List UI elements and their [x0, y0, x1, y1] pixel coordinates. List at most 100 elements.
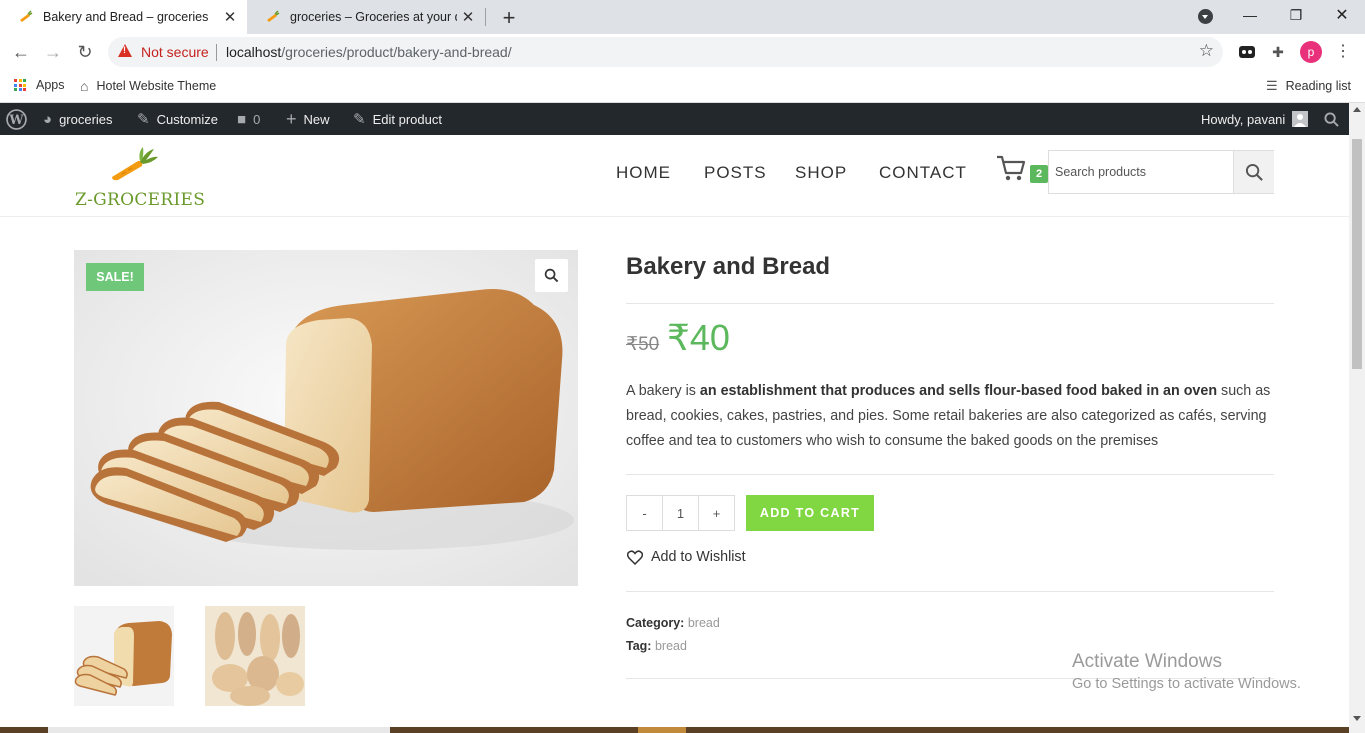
apps-grid-icon [14, 79, 26, 91]
forward-icon[interactable]: → [41, 40, 65, 64]
browser-toolbar: ← → ↻ Not secure localhost/groceries/pro… [0, 34, 1365, 70]
admin-site-link[interactable]: ◕ groceries [43, 103, 113, 135]
footer-image-strip [0, 727, 1349, 733]
admin-comments-link[interactable]: ■ 0 [237, 103, 260, 135]
back-icon[interactable]: ← [9, 40, 33, 64]
bookmark-star-icon[interactable]: ☆ [1199, 41, 1214, 61]
security-label[interactable]: Not secure [141, 44, 209, 60]
tag-link[interactable]: bread [655, 639, 687, 653]
close-window-icon[interactable]: ✕ [1319, 0, 1365, 30]
add-to-wishlist-link[interactable]: Add to Wishlist [627, 549, 746, 565]
tab-bakery-and-bread[interactable]: Bakery and Bread – groceries ✕ [0, 0, 247, 34]
url-text[interactable]: localhost/groceries/product/bakery-and-b… [226, 44, 512, 60]
bookmark-label: Hotel Website Theme [96, 79, 217, 93]
cart-icon[interactable] [995, 153, 1027, 183]
menu-contact[interactable]: CONTACT [879, 163, 967, 183]
bookmark-hotel-website-theme[interactable]: ⌂ Hotel Website Theme [80, 78, 216, 94]
svg-text:W: W [8, 112, 24, 127]
bookmark-apps[interactable]: Apps [14, 78, 65, 92]
reading-list-button[interactable]: ☰ Reading list [1266, 78, 1351, 94]
product-thumbnail-assorted-bread[interactable] [205, 606, 305, 706]
scroll-up-icon[interactable] [1353, 107, 1361, 112]
comments-count: 0 [253, 111, 261, 127]
puzzle-extensions-icon[interactable]: ✚ [1268, 42, 1288, 62]
restore-icon[interactable]: ❐ [1273, 0, 1319, 30]
tab-title: Bakery and Bread – groceries [43, 10, 209, 24]
product-main-image[interactable] [74, 250, 578, 586]
description-prefix: A bakery is [626, 383, 700, 399]
admin-customize-link[interactable]: ✎ Customize [137, 103, 218, 135]
admin-new-label: New [303, 111, 330, 127]
admin-search-icon[interactable] [1324, 103, 1339, 135]
scrollbar-thumb[interactable] [1352, 139, 1362, 369]
admin-account-link[interactable]: Howdy, pavani [1201, 103, 1309, 135]
admin-site-name: groceries [59, 111, 113, 127]
add-to-cart-button[interactable]: ADD TO CART [746, 495, 874, 531]
minimize-icon[interactable]: — [1227, 0, 1273, 30]
tag-label: Tag: [626, 639, 652, 653]
category-label: Category: [626, 616, 685, 630]
reload-icon[interactable]: ↻ [73, 40, 97, 64]
admin-edit-product-link[interactable]: ✎ Edit product [353, 103, 442, 135]
heart-icon [627, 549, 643, 565]
site-logo-text[interactable]: Z-GROCERIES [75, 190, 205, 210]
product-title: Bakery and Bread [626, 253, 831, 280]
description-bold: an establishment that produces and sells… [699, 383, 1218, 399]
quantity-plus-button[interactable]: + [698, 495, 735, 531]
search-input[interactable] [1049, 151, 1233, 193]
admin-edit-label: Edit product [372, 111, 442, 127]
product-search [1048, 150, 1274, 194]
url-host: localhost [226, 44, 282, 60]
tab-search-dropdown-icon[interactable] [1198, 9, 1213, 24]
activate-windows-title: Activate Windows [1072, 651, 1222, 672]
site-favicon-icon [18, 9, 34, 25]
bookmarks-bar: Apps ⌂ Hotel Website Theme ☰ Reading lis… [0, 70, 1365, 103]
dashboard-icon: ◕ [43, 110, 53, 128]
comment-icon: ■ [237, 110, 247, 128]
search-button[interactable] [1233, 151, 1274, 193]
quantity-minus-button[interactable]: - [626, 495, 663, 531]
quantity-input[interactable]: 1 [663, 495, 698, 531]
wordpress-logo-icon[interactable]: W [6, 103, 27, 135]
tab-groceries-home[interactable]: groceries – Groceries at your doorstep ✕ [247, 0, 485, 34]
search-icon [1245, 163, 1263, 181]
address-bar[interactable]: Not secure localhost/groceries/product/b… [108, 37, 1223, 67]
browser-menu-icon[interactable]: ⋮ [1335, 41, 1351, 61]
product-description: A bakery is an establishment that produc… [626, 379, 1276, 454]
browser-tab-strip: Bakery and Bread – groceries ✕ groceries… [0, 0, 1365, 34]
extension-icon[interactable] [1237, 42, 1257, 62]
profile-avatar[interactable]: p [1300, 41, 1322, 63]
bookmark-label: Apps [36, 78, 65, 92]
sale-price: ₹40 [667, 317, 730, 358]
close-tab-icon[interactable]: ✕ [457, 8, 479, 26]
category-link[interactable]: bread [688, 616, 720, 630]
page-scrollbar[interactable] [1349, 103, 1365, 733]
omnibox-divider [216, 44, 217, 61]
menu-posts[interactable]: POSTS [704, 163, 767, 183]
new-tab-icon[interactable]: + [498, 5, 520, 31]
menu-home[interactable]: HOME [616, 163, 671, 183]
site-header: Z-GROCERIES HOME POSTS SHOP CONTACT 2 [0, 135, 1349, 217]
pencil-icon: ✎ [353, 111, 366, 128]
wp-admin-bar: W ◕ groceries ✎ Customize ■ 0 + New ✎ Ed… [0, 103, 1349, 135]
quantity-stepper: - 1 + [626, 495, 735, 531]
divider [626, 591, 1274, 592]
brush-icon: ✎ [137, 111, 150, 128]
cart-count-badge[interactable]: 2 [1030, 165, 1048, 183]
plus-icon: + [286, 108, 297, 129]
close-tab-icon[interactable]: ✕ [219, 8, 241, 26]
site-favicon-icon [265, 9, 281, 25]
regular-price: ₹50 [626, 334, 660, 355]
scroll-down-icon[interactable] [1353, 716, 1361, 721]
admin-new-link[interactable]: + New [286, 103, 330, 135]
divider [626, 303, 1274, 304]
tab-divider [485, 8, 486, 26]
product-thumbnail-loaf[interactable] [74, 606, 174, 706]
zoom-icon[interactable] [535, 259, 568, 292]
carrot-logo-icon[interactable] [110, 147, 160, 181]
hotel-icon: ⌂ [80, 78, 89, 94]
menu-shop[interactable]: SHOP [795, 163, 847, 183]
user-avatar [1292, 111, 1309, 127]
howdy-label: Howdy, pavani [1201, 111, 1286, 127]
admin-customize-label: Customize [156, 111, 218, 127]
